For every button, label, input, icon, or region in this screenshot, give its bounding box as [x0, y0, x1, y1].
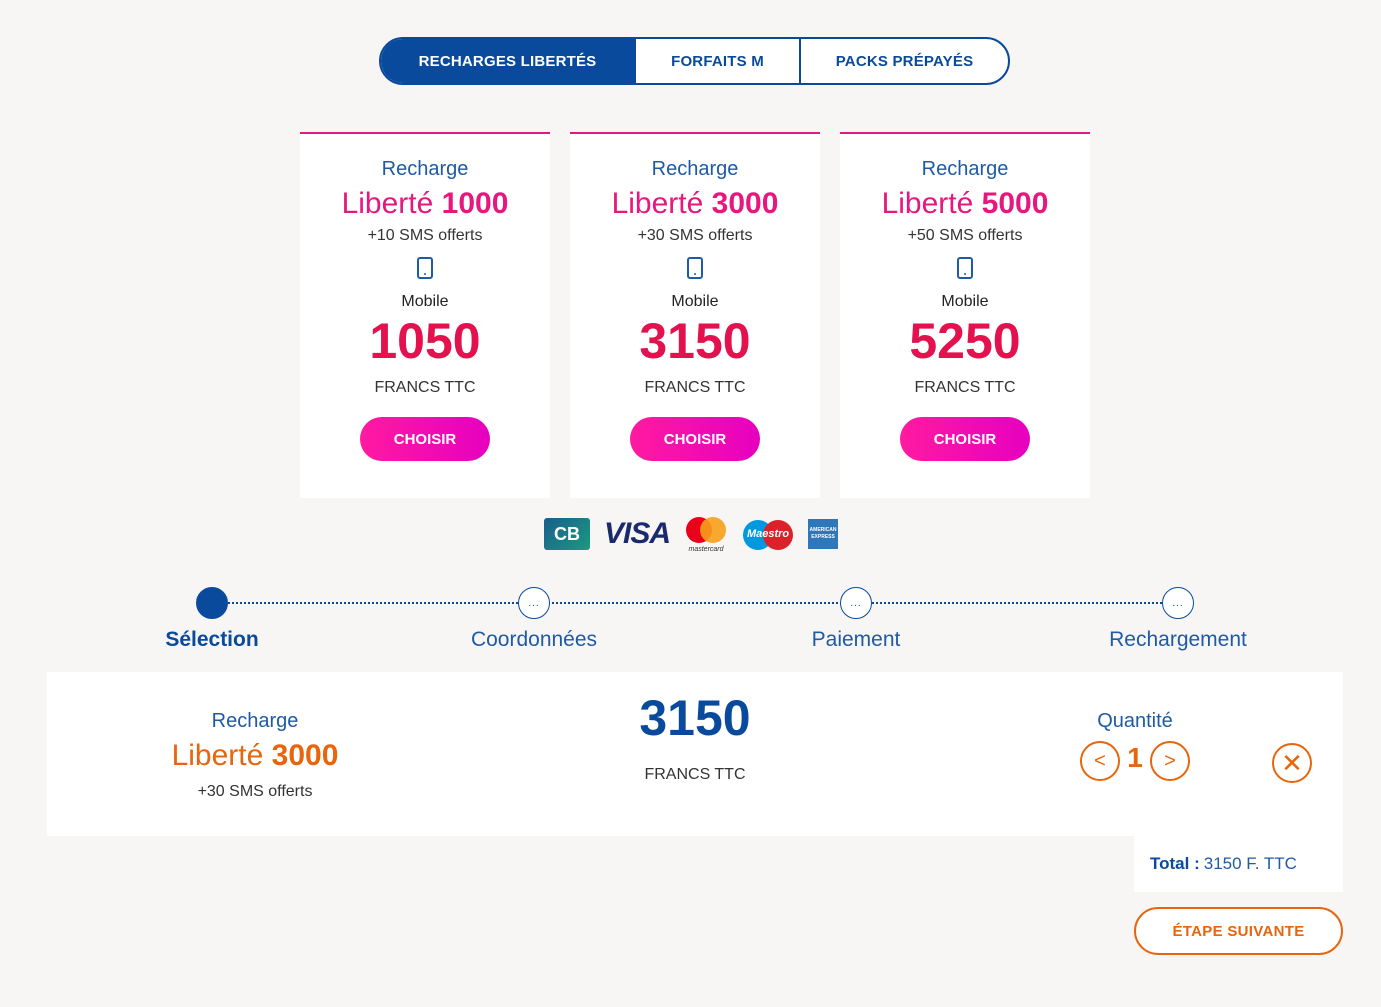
offer-name: Liberté 1000	[300, 187, 550, 221]
tab-forfaits-m[interactable]: FORFAITS M	[634, 39, 799, 83]
payment-logos: CB VISA mastercard Maestro AMERICAN EXPR…	[544, 516, 839, 553]
offer-tabs: RECHARGES LIBERTÉS FORFAITS M PACKS PRÉP…	[379, 37, 1010, 85]
tab-recharges-libertes[interactable]: RECHARGES LIBERTÉS	[381, 39, 634, 83]
step-dot-coordonnees: ...	[518, 587, 550, 619]
step-dot-paiement: ...	[840, 587, 872, 619]
tab-packs-prepayes[interactable]: PACKS PRÉPAYÉS	[799, 39, 1008, 83]
maestro-logo: Maestro	[742, 517, 794, 551]
mobile-phone-icon	[417, 257, 433, 279]
remove-item-close-icon[interactable]: ✕	[1272, 743, 1312, 783]
offer-name-prefix: Liberté	[611, 187, 704, 220]
decrement-button[interactable]: <	[1080, 741, 1120, 781]
mobile-phone-icon	[687, 257, 703, 279]
step-dot-selection	[196, 587, 228, 619]
selected-offer-currency: FRANCS TTC	[644, 766, 746, 783]
quantity-value: 1	[1127, 742, 1143, 773]
quantity-label: Quantité	[1097, 710, 1173, 732]
offer-bonus: +50 SMS offerts	[907, 227, 1023, 244]
visa-logo: VISA	[604, 517, 671, 550]
selected-offer-name-amount: 3000	[271, 739, 339, 772]
offer-kind: Recharge	[381, 158, 469, 180]
offer-name-amount: 3000	[711, 187, 779, 220]
choose-button[interactable]: CHOISIR	[630, 417, 760, 461]
offer-currency: FRANCS TTC	[914, 379, 1016, 396]
increment-button[interactable]: >	[1150, 741, 1190, 781]
offer-name-amount: 5000	[981, 187, 1049, 220]
quantity-control: Quantité < 1 >	[1079, 710, 1191, 781]
order-total: Total : 3150 F. TTC	[1134, 836, 1343, 892]
step-label-selection: Sélection	[165, 628, 259, 651]
american-express-logo: AMERICAN EXPRESS	[808, 519, 839, 549]
selected-offer-price-block: 3150 FRANCS TTC	[607, 690, 783, 784]
mastercard-logo: mastercard	[684, 517, 728, 553]
offer-bonus: +30 SMS offerts	[637, 227, 753, 244]
offer-price: 5250	[909, 313, 1021, 369]
step-label-coordonnees: Coordonnées	[470, 628, 598, 651]
checkout-stepper: ... ... ... Sélection Coordonnées Paieme…	[0, 585, 1381, 655]
selected-offer-bonus: +30 SMS offerts	[197, 783, 313, 800]
offer-bonus: +10 SMS offerts	[367, 227, 483, 244]
selected-offer-price: 3150	[639, 690, 751, 746]
total-value: 3150 F. TTC	[1203, 854, 1297, 873]
step-dot-rechargement: ...	[1162, 587, 1194, 619]
offer-name-prefix: Liberté	[881, 187, 974, 220]
step-label-paiement: Paiement	[811, 628, 901, 651]
quantity-stepper: < 1 >	[1079, 741, 1191, 781]
offer-currency: FRANCS TTC	[374, 379, 476, 396]
offer-name: Liberté 5000	[840, 187, 1090, 221]
selection-summary: Recharge Liberté 3000 +30 SMS offerts 31…	[47, 672, 1343, 836]
selected-offer-name: Liberté 3000	[157, 739, 353, 773]
choose-button[interactable]: CHOISIR	[360, 417, 490, 461]
offer-name: Liberté 3000	[570, 187, 820, 221]
offer-name-prefix: Liberté	[341, 187, 434, 220]
offer-name-amount: 1000	[441, 187, 509, 220]
offer-card-1000: Recharge Liberté 1000 +10 SMS offerts Mo…	[300, 132, 550, 498]
offer-device: Mobile	[941, 293, 989, 310]
mobile-phone-icon	[957, 257, 973, 279]
offer-kind: Recharge	[921, 158, 1009, 180]
next-step-button[interactable]: ÉTAPE SUIVANTE	[1134, 907, 1343, 955]
offer-currency: FRANCS TTC	[644, 379, 746, 396]
offer-card-3000: Recharge Liberté 3000 +30 SMS offerts Mo…	[570, 132, 820, 498]
stepper-line	[212, 602, 1178, 604]
selected-offer-name-prefix: Liberté	[171, 739, 264, 772]
choose-button[interactable]: CHOISIR	[900, 417, 1030, 461]
selected-offer-kind: Recharge	[211, 710, 299, 732]
cb-logo: CB	[544, 518, 590, 550]
step-label-rechargement: Rechargement	[1109, 628, 1247, 651]
offer-price: 3150	[639, 313, 751, 369]
offer-kind: Recharge	[651, 158, 739, 180]
total-label: Total :	[1150, 854, 1200, 873]
offer-device: Mobile	[671, 293, 719, 310]
selected-offer: Recharge Liberté 3000 +30 SMS offerts	[157, 710, 353, 801]
offer-price: 1050	[369, 313, 481, 369]
offer-card-5000: Recharge Liberté 5000 +50 SMS offerts Mo…	[840, 132, 1090, 498]
offer-device: Mobile	[401, 293, 449, 310]
